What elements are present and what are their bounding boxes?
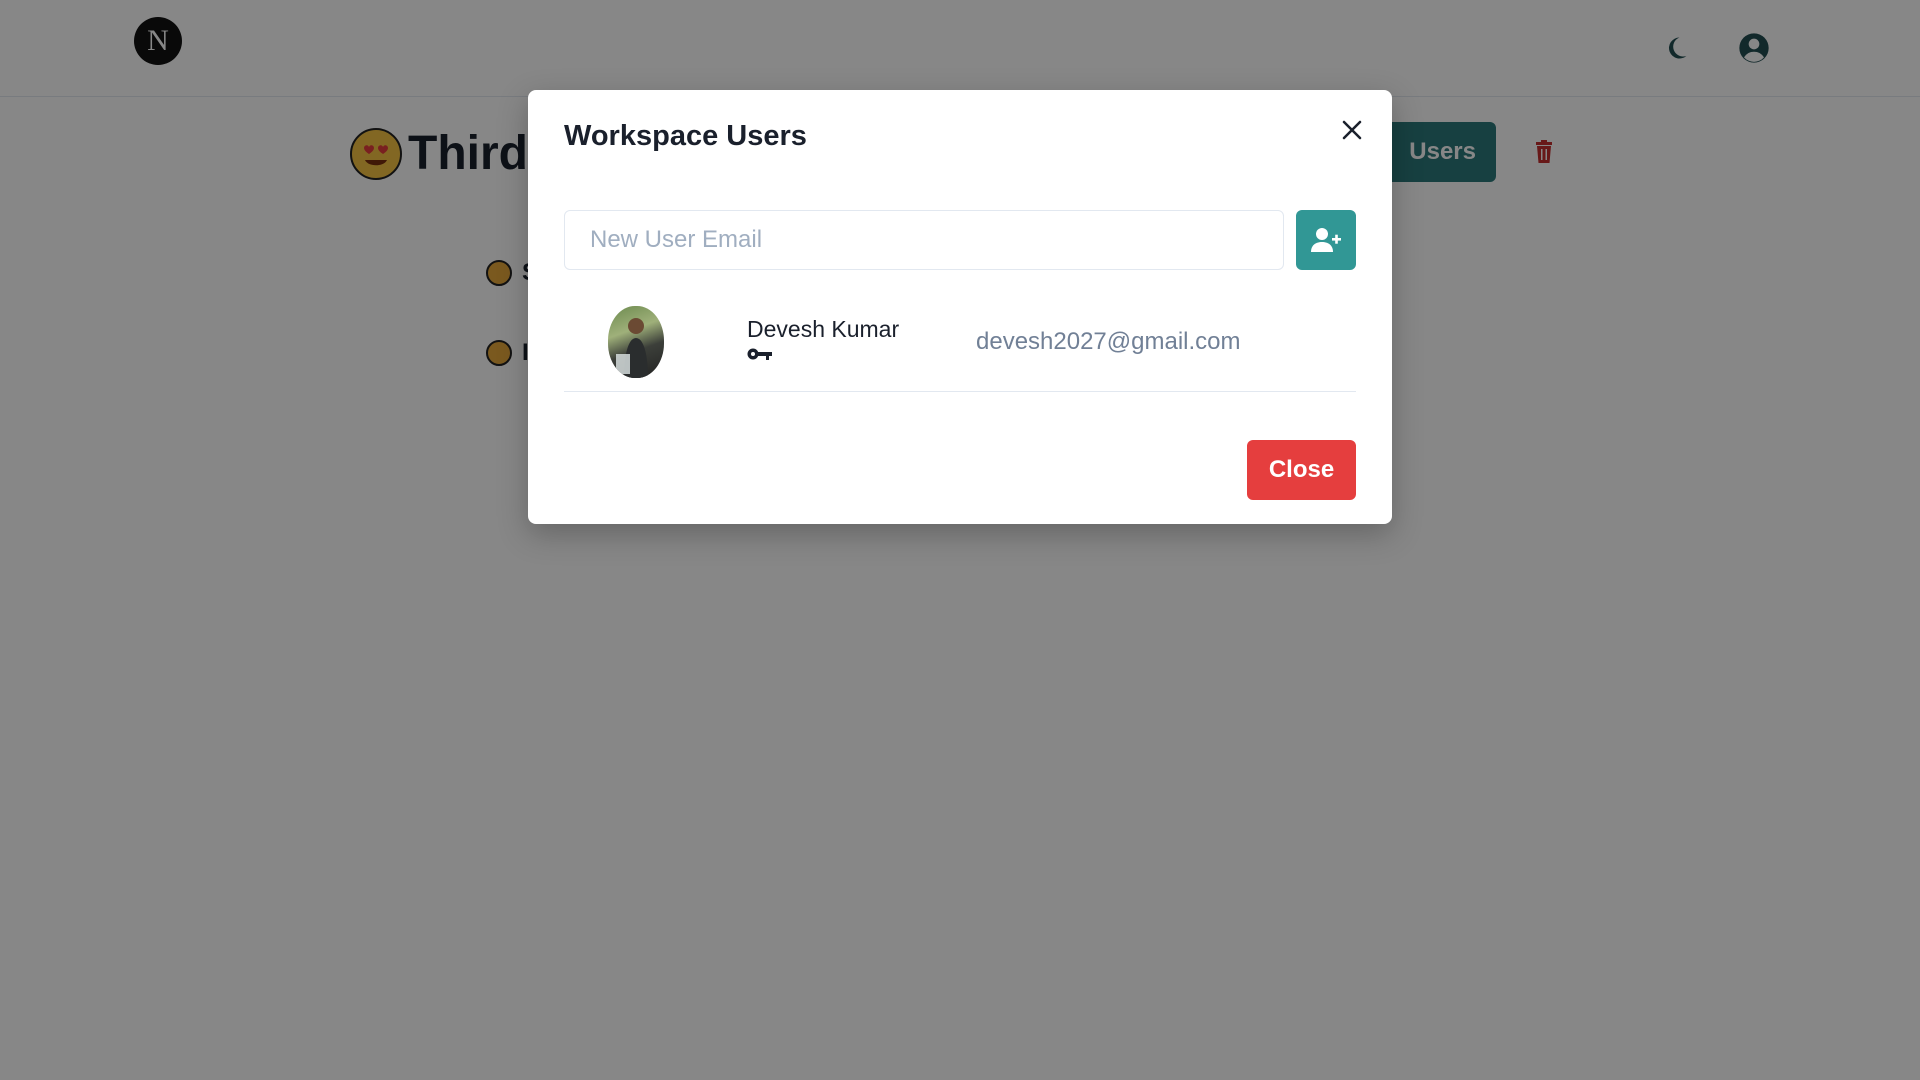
user-plus-icon <box>1311 228 1341 252</box>
close-icon[interactable] <box>1334 112 1370 148</box>
modal-title: Workspace Users <box>564 120 807 152</box>
close-button[interactable]: Close <box>1247 440 1356 500</box>
close-button-label: Close <box>1268 456 1335 483</box>
user-name: Devesh Kumar <box>747 316 900 342</box>
user-email: devesh2027@gmail.com <box>976 328 1241 355</box>
user-list-row: Devesh Kumar devesh2027@gmail.com <box>564 290 1356 392</box>
add-user-button[interactable] <box>1296 210 1356 270</box>
workspace-users-modal: Workspace Users Devesh Kumar devesh2027@… <box>528 90 1392 524</box>
key-icon <box>747 346 773 362</box>
avatar <box>608 306 664 378</box>
new-user-email-input[interactable] <box>564 210 1284 270</box>
